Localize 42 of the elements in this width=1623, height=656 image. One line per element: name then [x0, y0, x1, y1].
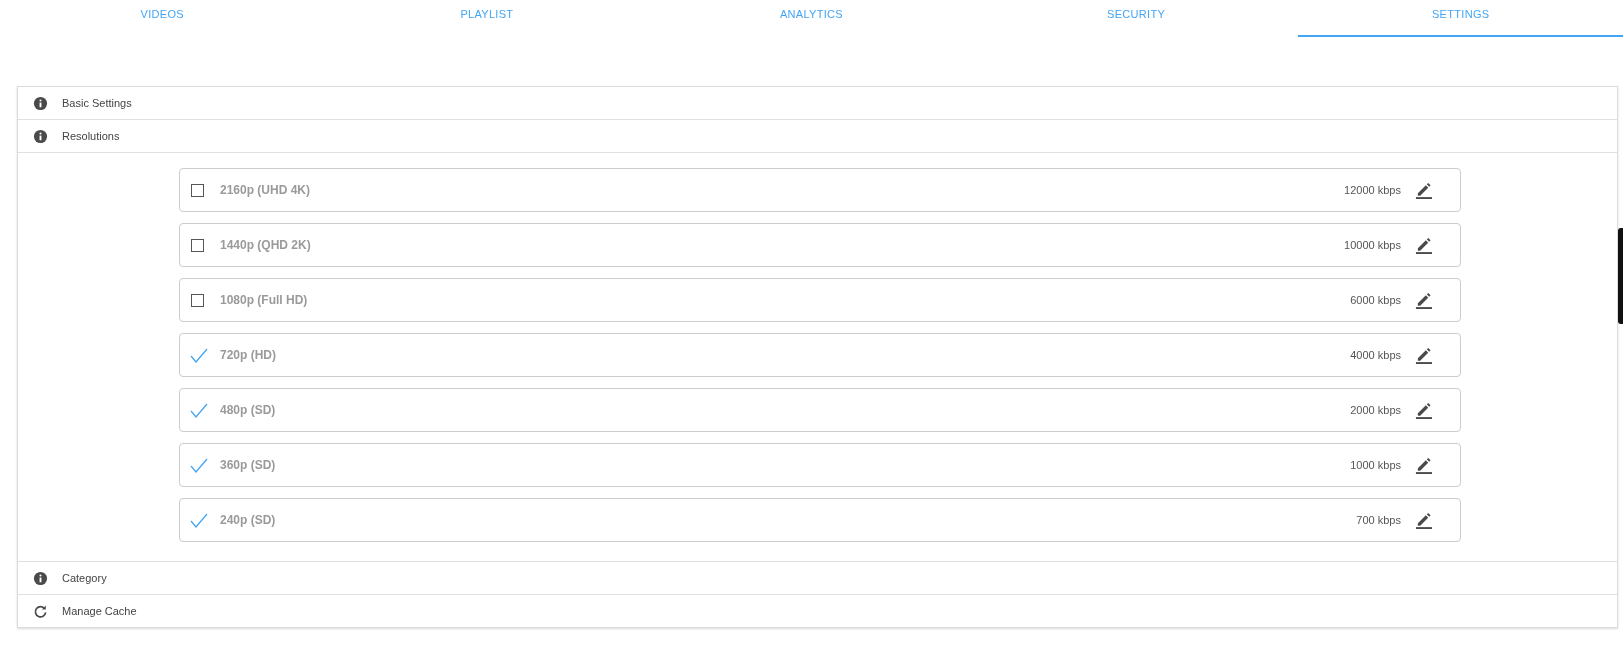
resolution-name: 240p (SD) [220, 513, 276, 527]
checkmark-icon[interactable] [190, 346, 208, 364]
edit-icon[interactable] [1415, 346, 1432, 364]
section-header[interactable]: Category [18, 562, 1617, 595]
checkbox[interactable] [191, 238, 204, 252]
edit-icon[interactable] [1415, 181, 1432, 199]
checkbox[interactable] [191, 183, 204, 197]
info-icon [33, 128, 48, 144]
tab[interactable]: VIDEOS [0, 0, 325, 37]
resolution-name: 720p (HD) [220, 348, 276, 362]
edit-icon[interactable] [1415, 236, 1432, 254]
tab[interactable]: ANALYTICS [649, 0, 974, 37]
bitrate-text: 12000 kbps [1344, 184, 1401, 196]
scrollbar-thumb[interactable] [1618, 228, 1623, 324]
edit-icon[interactable] [1415, 456, 1432, 474]
section-header[interactable]: Basic Settings [18, 87, 1617, 120]
section-header[interactable]: Manage Cache [18, 595, 1617, 627]
resolution-name: 360p (SD) [220, 458, 276, 472]
resolution-name: 480p (SD) [220, 403, 276, 417]
bitrate-text: 6000 kbps [1350, 294, 1401, 306]
edit-icon[interactable] [1415, 511, 1432, 529]
bitrate-text: 10000 kbps [1344, 239, 1401, 251]
section-header[interactable]: Resolutions [18, 120, 1617, 153]
refresh-icon [33, 603, 48, 619]
tab[interactable]: SETTINGS [1298, 0, 1623, 37]
tab[interactable]: SECURITY [973, 0, 1299, 37]
bitrate-text: 4000 kbps [1350, 349, 1401, 361]
bitrate-text: 700 kbps [1356, 514, 1401, 526]
checkmark-icon[interactable] [190, 456, 208, 474]
checkmark-icon[interactable] [190, 401, 208, 419]
info-icon [33, 570, 48, 586]
resolution-name: 1080p (Full HD) [220, 293, 308, 307]
resolution-name: 1440p (QHD 2K) [220, 238, 311, 252]
bitrate-text: 2000 kbps [1350, 404, 1401, 416]
resolution-name: 2160p (UHD 4K) [220, 183, 311, 197]
checkmark-icon[interactable] [190, 511, 208, 529]
tab[interactable]: PLAYLIST [324, 0, 650, 37]
bitrate-text: 1000 kbps [1350, 459, 1401, 471]
edit-icon[interactable] [1415, 401, 1432, 419]
checkbox[interactable] [191, 293, 204, 307]
edit-icon[interactable] [1415, 291, 1432, 309]
info-icon [33, 95, 48, 111]
